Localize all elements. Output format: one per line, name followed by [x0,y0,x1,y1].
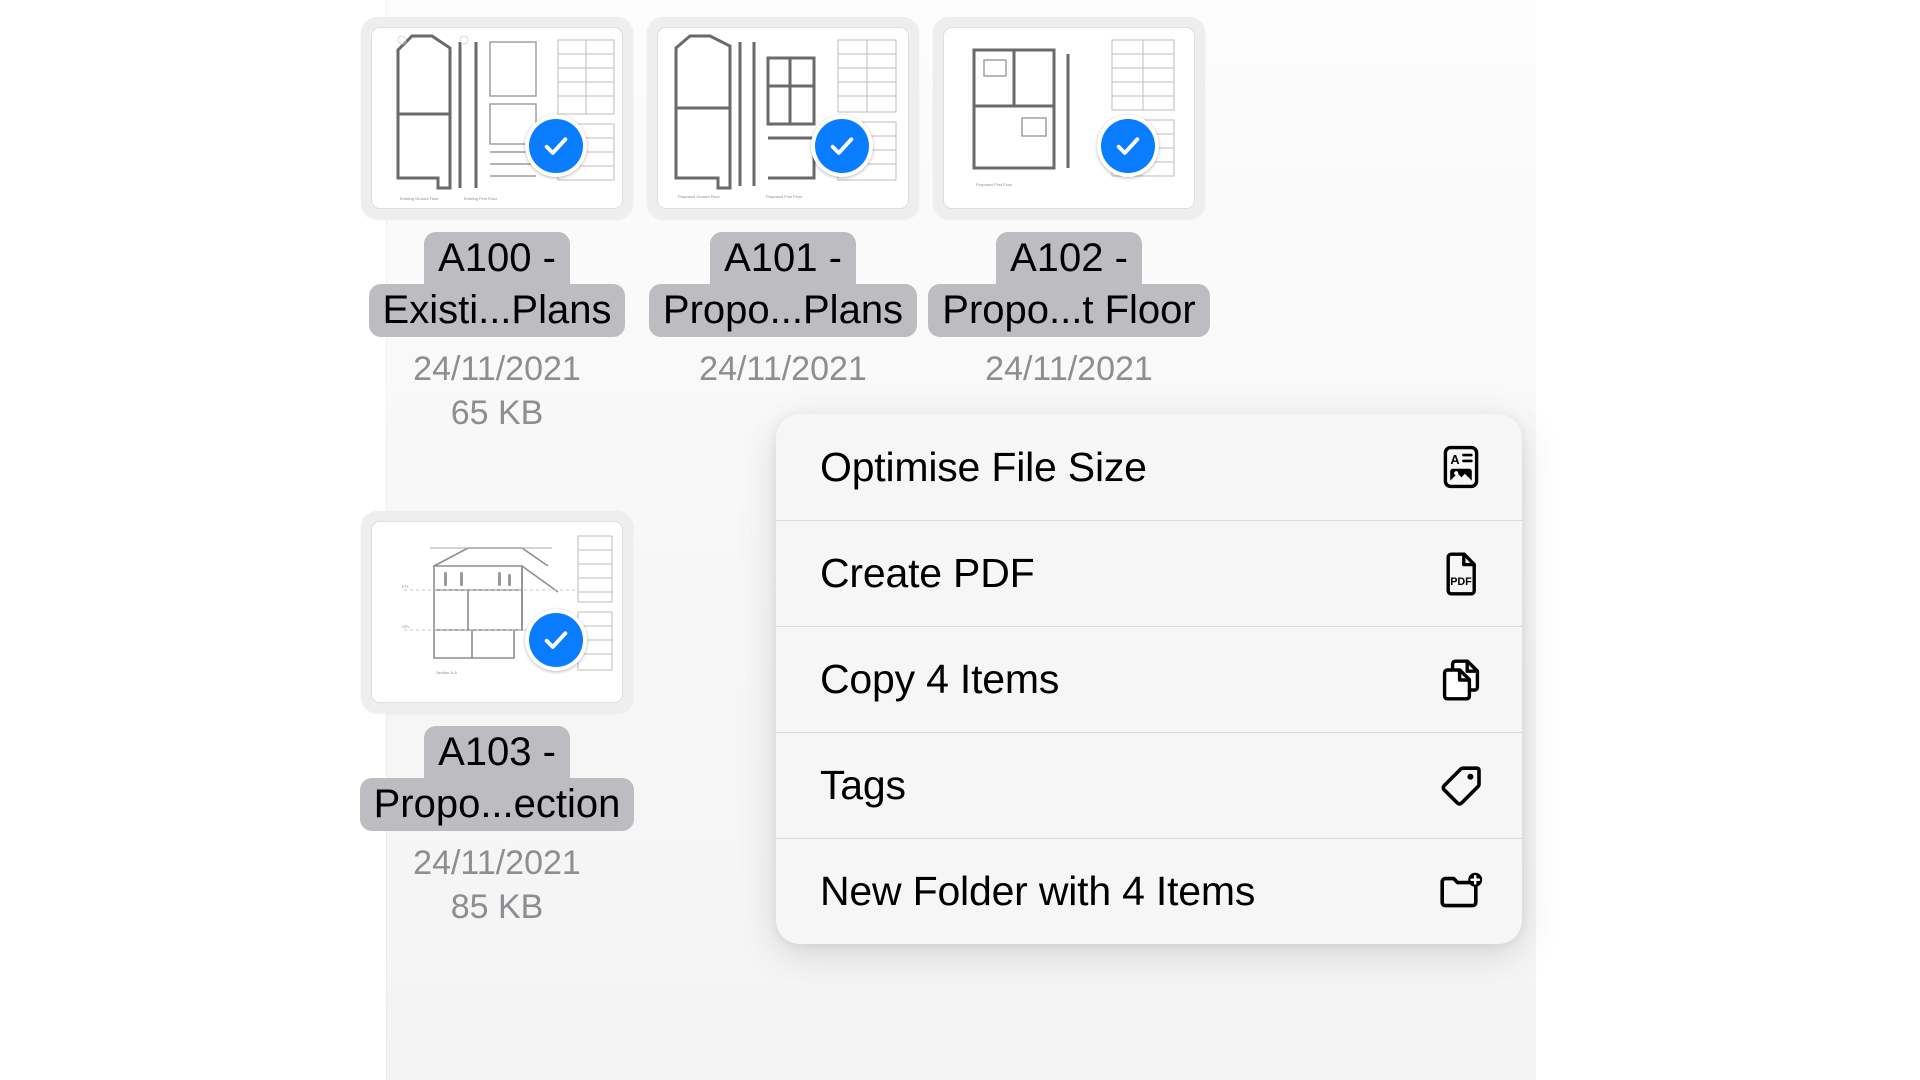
thumbnail-shell: FFL GFL Section A-A [361,511,633,713]
file-metadata: 24/11/2021 [699,347,867,391]
svg-text:Proposed Ground Floor: Proposed Ground Floor [678,194,720,199]
menu-item-label: New Folder with 4 Items [820,868,1256,914]
menu-item-optimise-file-size[interactable]: Optimise File Size A [776,414,1522,520]
svg-text:Section A-A: Section A-A [436,670,457,675]
pdf-document-icon: PDF [1434,547,1488,601]
checkmark-circle-icon [1101,119,1155,173]
file-date: 24/11/2021 [699,350,867,388]
svg-text:Existing First Floor: Existing First Floor [464,196,498,201]
file-name-line-2: Propo...t Floor [928,284,1210,337]
file-name-line-2: Propo...ection [359,778,635,831]
selected-checkmark-badge[interactable] [1097,115,1159,177]
checkmark-circle-icon [815,119,869,173]
file-size: 85 KB [450,888,544,926]
menu-item-label: Create PDF [820,550,1035,596]
svg-text:FFL: FFL [402,584,410,589]
tag-icon [1434,759,1488,813]
file-name-line-2: Existi...Plans [368,284,626,337]
file-metadata: 24/11/2021 65 KB [413,347,581,435]
file-name-line-2: Propo...Plans [648,284,918,337]
thumbnail-shell: Existing Ground Floor Existing First Flo… [361,17,633,219]
file-name-line-1: A100 - [424,232,570,285]
file-date: 24/11/2021 [413,350,581,388]
file-metadata: 24/11/2021 [985,347,1153,391]
file-item-a102[interactable]: Proposed First Floor A102 - Propo...t Fl… [924,14,1214,391]
svg-text:PDF: PDF [1450,575,1472,587]
checkmark-circle-icon [529,613,583,667]
copy-documents-icon [1434,653,1488,707]
floor-plan-drawing-icon: Existing Ground Floor Existing First Flo… [372,28,622,208]
svg-text:Existing Ground Floor: Existing Ground Floor [400,196,439,201]
context-menu: Optimise File Size A Create PDF PDF Copy… [776,414,1522,944]
menu-item-label: Optimise File Size [820,443,1147,490]
svg-text:GFL: GFL [402,624,411,629]
file-item-a101[interactable]: Proposed Ground Floor Proposed First Flo… [638,14,928,391]
menu-item-new-folder-with-4-items[interactable]: New Folder with 4 Items [776,838,1522,944]
file-name-label[interactable]: A103 - Propo...ection [359,726,635,831]
menu-item-tags[interactable]: Tags [776,732,1522,838]
floor-plan-drawing-icon: Proposed Ground Floor Proposed First Flo… [658,28,908,208]
file-size: 65 KB [450,394,544,432]
thumbnail-page: Proposed First Floor [943,27,1195,209]
thumbnail-shell: Proposed Ground Floor Proposed First Flo… [647,17,919,219]
file-date: 24/11/2021 [413,844,581,882]
file-date: 24/11/2021 [985,350,1153,388]
file-item-a100[interactable]: Existing Ground Floor Existing First Flo… [352,14,642,435]
file-thumbnail-a101[interactable]: Proposed Ground Floor Proposed First Flo… [644,14,922,222]
thumbnail-page: Proposed Ground Floor Proposed First Flo… [657,27,909,209]
menu-item-create-pdf[interactable]: Create PDF PDF [776,520,1522,626]
checkmark-circle-icon [529,119,583,173]
menu-item-copy-4-items[interactable]: Copy 4 Items [776,626,1522,732]
files-app-screen: Existing Ground Floor Existing First Flo… [0,0,1920,1080]
file-name-label[interactable]: A100 - Existi...Plans [368,232,626,337]
file-thumbnail-a102[interactable]: Proposed First Floor [930,14,1208,222]
file-thumbnail-a103[interactable]: FFL GFL Section A-A [358,508,636,716]
menu-item-label: Copy 4 Items [820,656,1060,702]
svg-text:A: A [1450,452,1459,467]
section-drawing-icon: FFL GFL Section A-A [372,522,622,702]
file-name-line-1: A102 - [996,232,1142,285]
file-name-line-1: A101 - [710,232,856,285]
file-item-a103[interactable]: FFL GFL Section A-A A103 - Propo...ectio… [352,508,642,929]
svg-text:Proposed First Floor: Proposed First Floor [766,194,803,199]
selected-checkmark-badge[interactable] [811,115,873,177]
thumbnail-shell: Proposed First Floor [933,17,1205,219]
thumbnail-page: FFL GFL Section A-A [371,521,623,703]
selected-checkmark-badge[interactable] [525,115,587,177]
file-thumbnail-a100[interactable]: Existing Ground Floor Existing First Flo… [358,14,636,222]
file-name-label[interactable]: A102 - Propo...t Floor [928,232,1210,337]
document-with-photo-icon: A [1434,440,1488,494]
thumbnail-page: Existing Ground Floor Existing First Flo… [371,27,623,209]
file-name-line-1: A103 - [424,726,570,779]
file-name-label[interactable]: A101 - Propo...Plans [648,232,918,337]
floor-plan-drawing-icon: Proposed First Floor [944,28,1194,208]
selected-checkmark-badge[interactable] [525,609,587,671]
file-metadata: 24/11/2021 85 KB [413,841,581,929]
svg-text:Proposed First Floor: Proposed First Floor [976,182,1013,187]
menu-item-label: Tags [820,762,906,808]
new-folder-icon [1434,865,1488,919]
